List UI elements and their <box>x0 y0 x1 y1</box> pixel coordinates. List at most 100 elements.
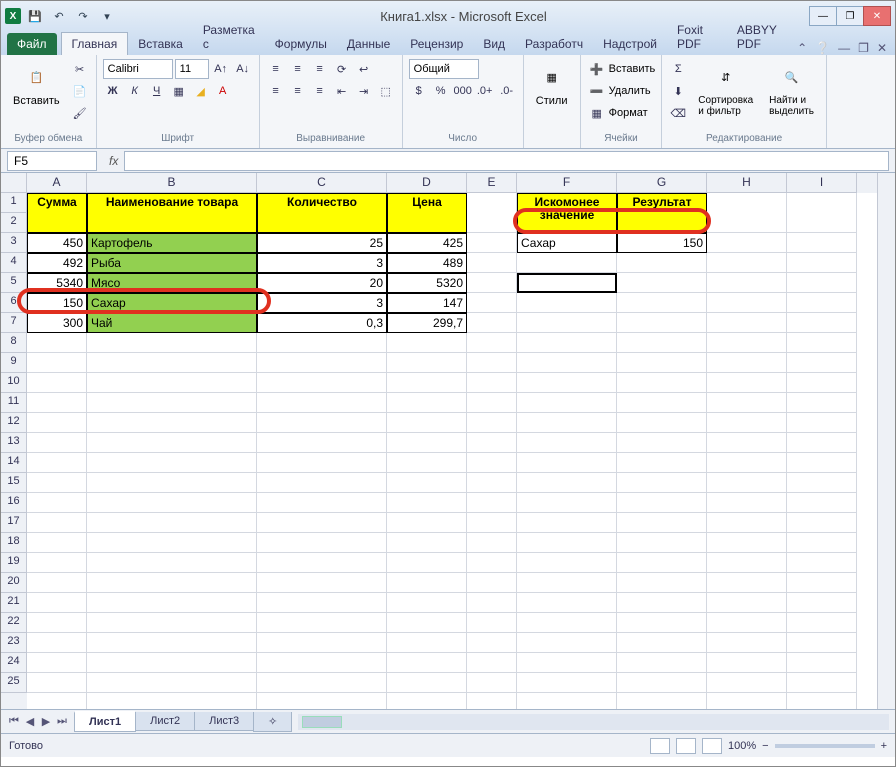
cell-E7[interactable] <box>467 333 517 353</box>
help-icon[interactable]: ❔ <box>815 41 830 55</box>
fx-icon[interactable]: fx <box>109 154 118 168</box>
cell-D21[interactable] <box>387 613 467 633</box>
orientation-icon[interactable]: ⟳ <box>332 59 352 79</box>
cell-F15[interactable] <box>517 493 617 513</box>
increase-font-icon[interactable]: A↑ <box>211 59 231 79</box>
align-bottom-icon[interactable]: ≡ <box>310 59 330 79</box>
row-header-20[interactable]: 20 <box>1 573 27 593</box>
tab-file[interactable]: Файл <box>7 33 57 55</box>
font-select[interactable] <box>103 59 173 79</box>
cell-B8[interactable] <box>87 353 257 373</box>
cell-G4[interactable] <box>617 273 707 293</box>
cell-C10[interactable] <box>257 393 387 413</box>
cell-F3[interactable] <box>517 253 617 273</box>
cell-G8[interactable] <box>617 353 707 373</box>
cell-B6[interactable]: Чай <box>87 313 257 333</box>
cell-D14[interactable] <box>387 473 467 493</box>
cell-A1[interactable]: Сумма <box>27 193 87 233</box>
cell-E25[interactable] <box>467 693 517 709</box>
cell-D12[interactable] <box>387 433 467 453</box>
cell-H5[interactable] <box>707 293 787 313</box>
tab-home[interactable]: Главная <box>61 32 129 55</box>
cell-C1[interactable]: Количество <box>257 193 387 233</box>
cell-F18[interactable] <box>517 553 617 573</box>
cell-G2[interactable]: 150 <box>617 233 707 253</box>
cell-C16[interactable] <box>257 513 387 533</box>
cell-I20[interactable] <box>787 593 857 613</box>
cell-C24[interactable] <box>257 673 387 693</box>
qat-save-icon[interactable]: 💾 <box>25 6 45 26</box>
column-headers[interactable]: ABCDEFGHI <box>27 173 877 193</box>
row-header-11[interactable]: 11 <box>1 393 27 413</box>
cell-G10[interactable] <box>617 393 707 413</box>
cell-I22[interactable] <box>787 633 857 653</box>
underline-icon[interactable]: Ч <box>147 81 167 101</box>
cell-A9[interactable] <box>27 373 87 393</box>
cell-D16[interactable] <box>387 513 467 533</box>
sheet-nav-next-icon[interactable]: ▶ <box>39 715 53 728</box>
cell-D5[interactable]: 147 <box>387 293 467 313</box>
doc-restore-icon[interactable]: ❐ <box>858 41 869 55</box>
cell-F20[interactable] <box>517 593 617 613</box>
cell-H11[interactable] <box>707 413 787 433</box>
cell-F5[interactable] <box>517 293 617 313</box>
tab-review[interactable]: Рецензир <box>400 33 473 55</box>
align-center-icon[interactable]: ≡ <box>288 81 308 101</box>
cell-A4[interactable]: 5340 <box>27 273 87 293</box>
cell-A10[interactable] <box>27 393 87 413</box>
cell-B20[interactable] <box>87 593 257 613</box>
cell-I8[interactable] <box>787 353 857 373</box>
row-header-23[interactable]: 23 <box>1 633 27 653</box>
comma-icon[interactable]: 000 <box>453 81 473 101</box>
paste-button[interactable]: 📋 Вставить <box>7 59 66 109</box>
tab-formulas[interactable]: Формулы <box>265 33 337 55</box>
cell-G19[interactable] <box>617 573 707 593</box>
cell-I5[interactable] <box>787 293 857 313</box>
cell-D17[interactable] <box>387 533 467 553</box>
cell-A12[interactable] <box>27 433 87 453</box>
cell-H24[interactable] <box>707 673 787 693</box>
cell-D7[interactable] <box>387 333 467 353</box>
cell-C6[interactable]: 0,3 <box>257 313 387 333</box>
cell-E9[interactable] <box>467 373 517 393</box>
cell-G20[interactable] <box>617 593 707 613</box>
cell-D15[interactable] <box>387 493 467 513</box>
cell-H23[interactable] <box>707 653 787 673</box>
cell-I4[interactable] <box>787 273 857 293</box>
cell-H3[interactable] <box>707 253 787 273</box>
cell-I18[interactable] <box>787 553 857 573</box>
cell-I21[interactable] <box>787 613 857 633</box>
cell-G11[interactable] <box>617 413 707 433</box>
minimize-button[interactable]: — <box>809 6 837 26</box>
tab-layout[interactable]: Разметка с <box>193 19 265 55</box>
row-header-16[interactable]: 16 <box>1 493 27 513</box>
align-right-icon[interactable]: ≡ <box>310 81 330 101</box>
cell-B16[interactable] <box>87 513 257 533</box>
cell-C20[interactable] <box>257 593 387 613</box>
cell-H1[interactable] <box>707 193 787 233</box>
font-color-icon[interactable]: A <box>213 81 233 101</box>
horizontal-scrollbar[interactable] <box>298 714 889 730</box>
row-header-22[interactable]: 22 <box>1 613 27 633</box>
qat-customize-icon[interactable]: ▾ <box>97 6 117 26</box>
currency-icon[interactable]: $ <box>409 81 429 101</box>
cell-E11[interactable] <box>467 413 517 433</box>
sheet-tab-1[interactable]: Лист1 <box>74 711 136 732</box>
cell-I16[interactable] <box>787 513 857 533</box>
row-header-1[interactable]: 1 <box>1 193 27 213</box>
cell-B23[interactable] <box>87 653 257 673</box>
cell-E12[interactable] <box>467 433 517 453</box>
cell-A25[interactable] <box>27 693 87 709</box>
cell-B18[interactable] <box>87 553 257 573</box>
cell-H25[interactable] <box>707 693 787 709</box>
qat-redo-icon[interactable]: ↷ <box>73 6 93 26</box>
cell-B4[interactable]: Мясо <box>87 273 257 293</box>
row-header-18[interactable]: 18 <box>1 533 27 553</box>
close-button[interactable]: ✕ <box>863 6 891 26</box>
copy-icon[interactable]: 📄 <box>70 81 90 101</box>
cell-A19[interactable] <box>27 573 87 593</box>
cell-B3[interactable]: Рыба <box>87 253 257 273</box>
cell-D1[interactable]: Цена <box>387 193 467 233</box>
delete-cell-icon[interactable]: ➖ <box>587 81 607 101</box>
format-cell-icon[interactable]: ▦ <box>587 103 607 123</box>
